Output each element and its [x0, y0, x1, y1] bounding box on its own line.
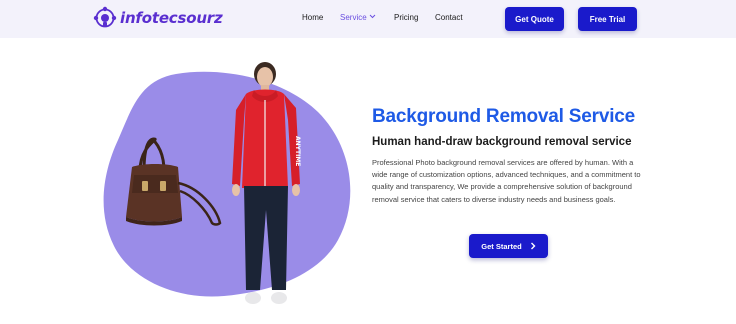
model-red-jacket-image: ANYTIME — [232, 62, 301, 304]
handbag-image — [126, 137, 222, 226]
free-trial-button[interactable]: Free Trial — [578, 7, 637, 31]
nav-contact[interactable]: Contact — [435, 13, 463, 22]
get-started-label: Get Started — [481, 241, 522, 251]
hero-title: Background Removal Service — [372, 106, 636, 127]
get-started-button[interactable]: Get Started — [469, 234, 548, 258]
hero-description: Professional Photo background removal se… — [372, 158, 641, 204]
get-quote-button[interactable]: Get Quote — [505, 7, 564, 31]
hero-subtitle: Human hand-draw background removal servi… — [372, 136, 632, 148]
chevron-down-icon — [369, 14, 376, 19]
chevron-right-icon — [530, 242, 536, 250]
svg-text:ANYTIME: ANYTIME — [294, 136, 301, 166]
nav-pricing[interactable]: Pricing — [394, 13, 418, 22]
